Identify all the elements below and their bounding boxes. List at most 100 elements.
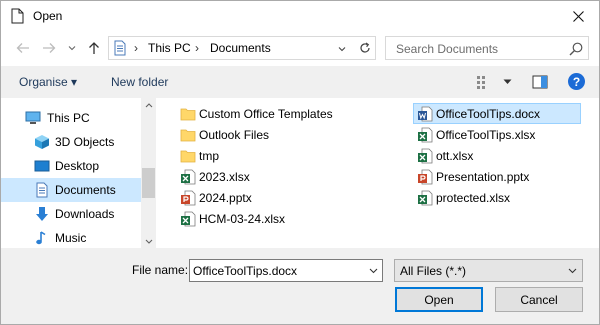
file-name: 2024.pptx: [199, 190, 252, 205]
excel-file-icon: [418, 148, 433, 163]
file-name: Outlook Files: [199, 127, 270, 142]
file-list: Custom Office Templates Outlook Files tm…: [163, 98, 599, 248]
help-button[interactable]: ?: [568, 73, 585, 90]
file-name: Presentation.pptx: [436, 169, 530, 184]
list-item[interactable]: 2024.pptx: [177, 187, 252, 208]
arrow-right-icon: [43, 43, 56, 53]
navigation-pane: This PC 3D Objects Desktop Documents Dow…: [1, 98, 156, 248]
address-bar[interactable]: › This PC › Documents: [108, 36, 376, 60]
music-icon: [36, 231, 46, 245]
file-name: HCM-03-24.xlsx: [199, 211, 286, 226]
excel-file-icon: [181, 211, 196, 226]
change-view-button[interactable]: [475, 73, 515, 91]
back-button[interactable]: [15, 40, 31, 56]
folder-icon: [180, 129, 196, 141]
list-item[interactable]: tmp: [177, 145, 219, 166]
sidebar-item-music[interactable]: Music: [1, 226, 141, 248]
documents-icon: [36, 182, 48, 198]
chevron-down-icon: [369, 268, 377, 273]
open-dialog: Open › This PC › Documents Search Docume…: [0, 0, 600, 325]
list-item[interactable]: HCM-03-24.xlsx: [177, 208, 285, 229]
file-name-combobox[interactable]: [189, 259, 383, 282]
scrollbar-thumb[interactable]: [142, 168, 155, 198]
forward-button[interactable]: [41, 40, 57, 56]
documents-icon: [114, 40, 126, 56]
search-box[interactable]: Search Documents: [385, 36, 589, 60]
cancel-button[interactable]: Cancel: [495, 287, 583, 312]
excel-file-icon: [418, 190, 433, 205]
scroll-up-button[interactable]: [141, 98, 156, 112]
footer-panel: File name: All Files (*.*) Open Cancel: [1, 248, 599, 324]
view-list-icon: [477, 76, 485, 89]
file-type-dropdown[interactable]: [565, 263, 579, 278]
excel-file-icon: [181, 169, 196, 184]
file-name: tmp: [199, 148, 220, 163]
recent-locations-button[interactable]: [64, 40, 80, 56]
word-file-icon: [418, 106, 433, 121]
arrow-left-icon: [16, 43, 29, 53]
navigation-scrollbar[interactable]: [141, 98, 156, 248]
file-name: ott.xlsx: [436, 148, 474, 163]
sidebar-item-desktop[interactable]: Desktop: [1, 154, 141, 178]
new-folder-button[interactable]: New folder: [111, 75, 168, 89]
title-bar: Open: [1, 1, 599, 32]
refresh-button[interactable]: [353, 37, 375, 59]
list-item[interactable]: protected.xlsx: [414, 187, 510, 208]
file-type-select[interactable]: All Files (*.*): [394, 259, 583, 282]
desktop-icon: [34, 160, 50, 172]
list-item[interactable]: 2023.xlsx: [177, 166, 250, 187]
navigation-bar: › This PC › Documents Search Documents: [1, 32, 599, 66]
file-name: Custom Office Templates: [199, 106, 333, 121]
open-button[interactable]: Open: [395, 287, 483, 312]
list-item[interactable]: ott.xlsx: [414, 145, 473, 166]
sidebar-item-label: Music: [55, 231, 87, 245]
breadcrumb-documents[interactable]: Documents: [210, 41, 271, 55]
file-name: OfficeToolTips.docx: [436, 106, 541, 121]
list-item[interactable]: Outlook Files: [177, 124, 269, 145]
chevron-right-icon[interactable]: ›: [195, 41, 199, 55]
chevron-down-icon: [568, 268, 576, 273]
address-history-dropdown[interactable]: [335, 41, 349, 57]
close-button[interactable]: [561, 4, 595, 28]
arrow-up-icon: [89, 42, 99, 54]
close-icon: [572, 10, 584, 22]
document-icon: [11, 8, 24, 24]
breadcrumb-this-pc[interactable]: This PC: [148, 41, 191, 55]
sidebar-item-label: This PC: [47, 111, 90, 125]
list-item[interactable]: Presentation.pptx: [414, 166, 529, 187]
preview-pane-icon[interactable]: [532, 74, 548, 90]
folder-icon: [180, 108, 196, 120]
organise-menu[interactable]: Organise ▾: [19, 75, 77, 89]
window-title: Open: [33, 9, 63, 23]
file-name-label: File name:: [132, 263, 189, 277]
sidebar-item-3d-objects[interactable]: 3D Objects: [1, 130, 141, 154]
scroll-down-button[interactable]: [141, 234, 156, 248]
sidebar-item-label: Documents: [55, 183, 116, 197]
sidebar-item-label: Downloads: [55, 207, 115, 221]
file-name: 2023.xlsx: [199, 169, 250, 184]
powerpoint-file-icon: [418, 169, 433, 184]
search-input[interactable]: Search Documents: [396, 42, 498, 56]
list-item[interactable]: Custom Office Templates: [177, 103, 333, 124]
chevron-down-icon: [338, 47, 346, 52]
chevron-up-icon: [145, 102, 152, 107]
computer-icon: [25, 111, 41, 124]
file-name: OfficeToolTips.xlsx: [436, 127, 536, 142]
file-name-dropdown[interactable]: [366, 263, 380, 278]
chevron-right-icon[interactable]: ›: [134, 41, 138, 55]
3d-objects-icon: [35, 135, 49, 149]
file-type-value: All Files (*.*): [400, 264, 467, 278]
sidebar-item-this-pc[interactable]: This PC: [1, 106, 141, 130]
chevron-down-icon: [503, 79, 512, 84]
sidebar-item-documents[interactable]: Documents: [1, 178, 141, 202]
search-icon: [569, 42, 583, 56]
file-name-field[interactable]: [193, 263, 363, 278]
up-button[interactable]: [86, 40, 102, 56]
list-item[interactable]: OfficeToolTips.xlsx: [414, 124, 535, 145]
chevron-down-icon: [145, 239, 152, 244]
sidebar-item-label: 3D Objects: [55, 135, 115, 149]
list-item-selected[interactable]: OfficeToolTips.docx: [413, 103, 581, 124]
sidebar-item-downloads[interactable]: Downloads: [1, 202, 141, 226]
command-bar: Organise ▾ New folder ?: [1, 66, 599, 98]
sidebar-item-label: Desktop: [55, 159, 100, 173]
